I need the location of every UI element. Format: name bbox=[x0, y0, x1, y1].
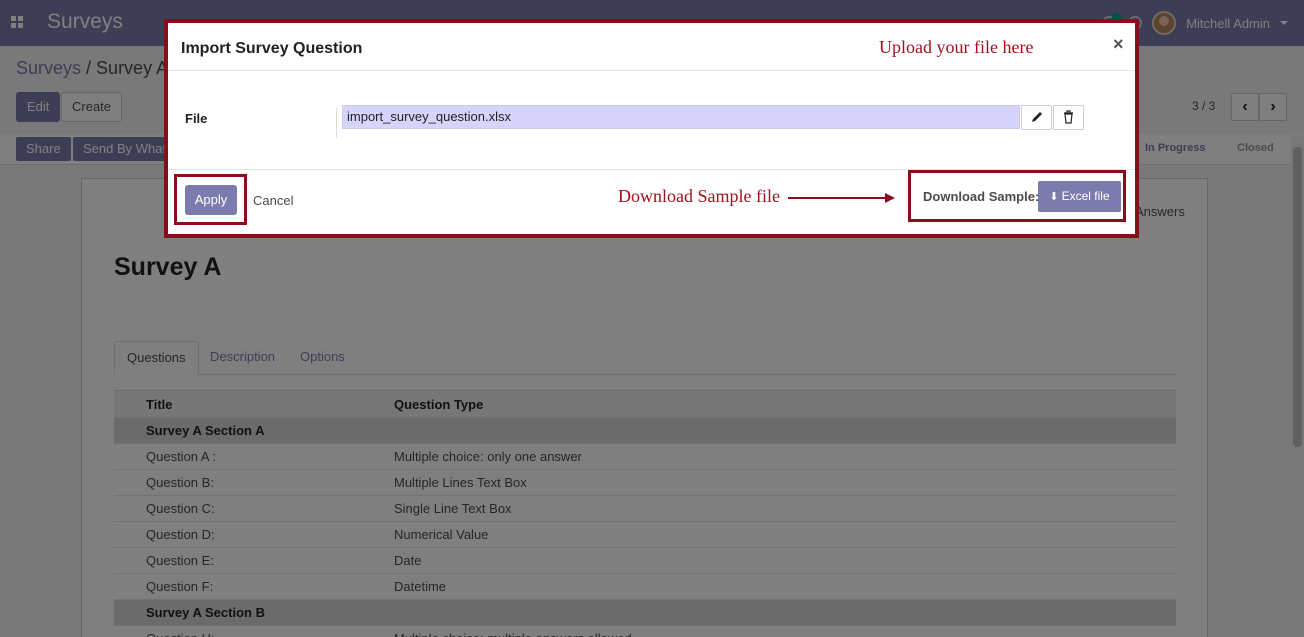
dialog-title: Import Survey Question bbox=[181, 40, 363, 57]
file-field[interactable]: import_survey_question.xlsx bbox=[342, 105, 1020, 129]
annotation-arrow-head bbox=[885, 193, 895, 203]
upload-annotation: Upload your file here bbox=[879, 37, 1034, 57]
excel-file-button[interactable]: ⬇ Excel file bbox=[1038, 181, 1121, 212]
cancel-button[interactable]: Cancel bbox=[253, 193, 293, 208]
trash-icon bbox=[1064, 110, 1073, 124]
download-icon: ⬇ bbox=[1049, 191, 1059, 203]
download-annotation: Download Sample file bbox=[618, 186, 780, 206]
field-divider bbox=[336, 108, 337, 138]
excel-file-label: Excel file bbox=[1061, 189, 1110, 203]
apply-button[interactable]: Apply bbox=[185, 185, 237, 215]
close-icon[interactable]: × bbox=[1113, 34, 1124, 55]
dialog-header-divider bbox=[168, 70, 1135, 71]
download-sample-label: Download Sample: bbox=[923, 189, 1040, 204]
pencil-icon bbox=[1032, 112, 1042, 122]
annotation-arrow-line bbox=[788, 197, 888, 199]
clear-file-button[interactable] bbox=[1053, 105, 1084, 130]
file-field-label: File bbox=[185, 111, 208, 126]
edit-file-button[interactable] bbox=[1021, 105, 1052, 130]
